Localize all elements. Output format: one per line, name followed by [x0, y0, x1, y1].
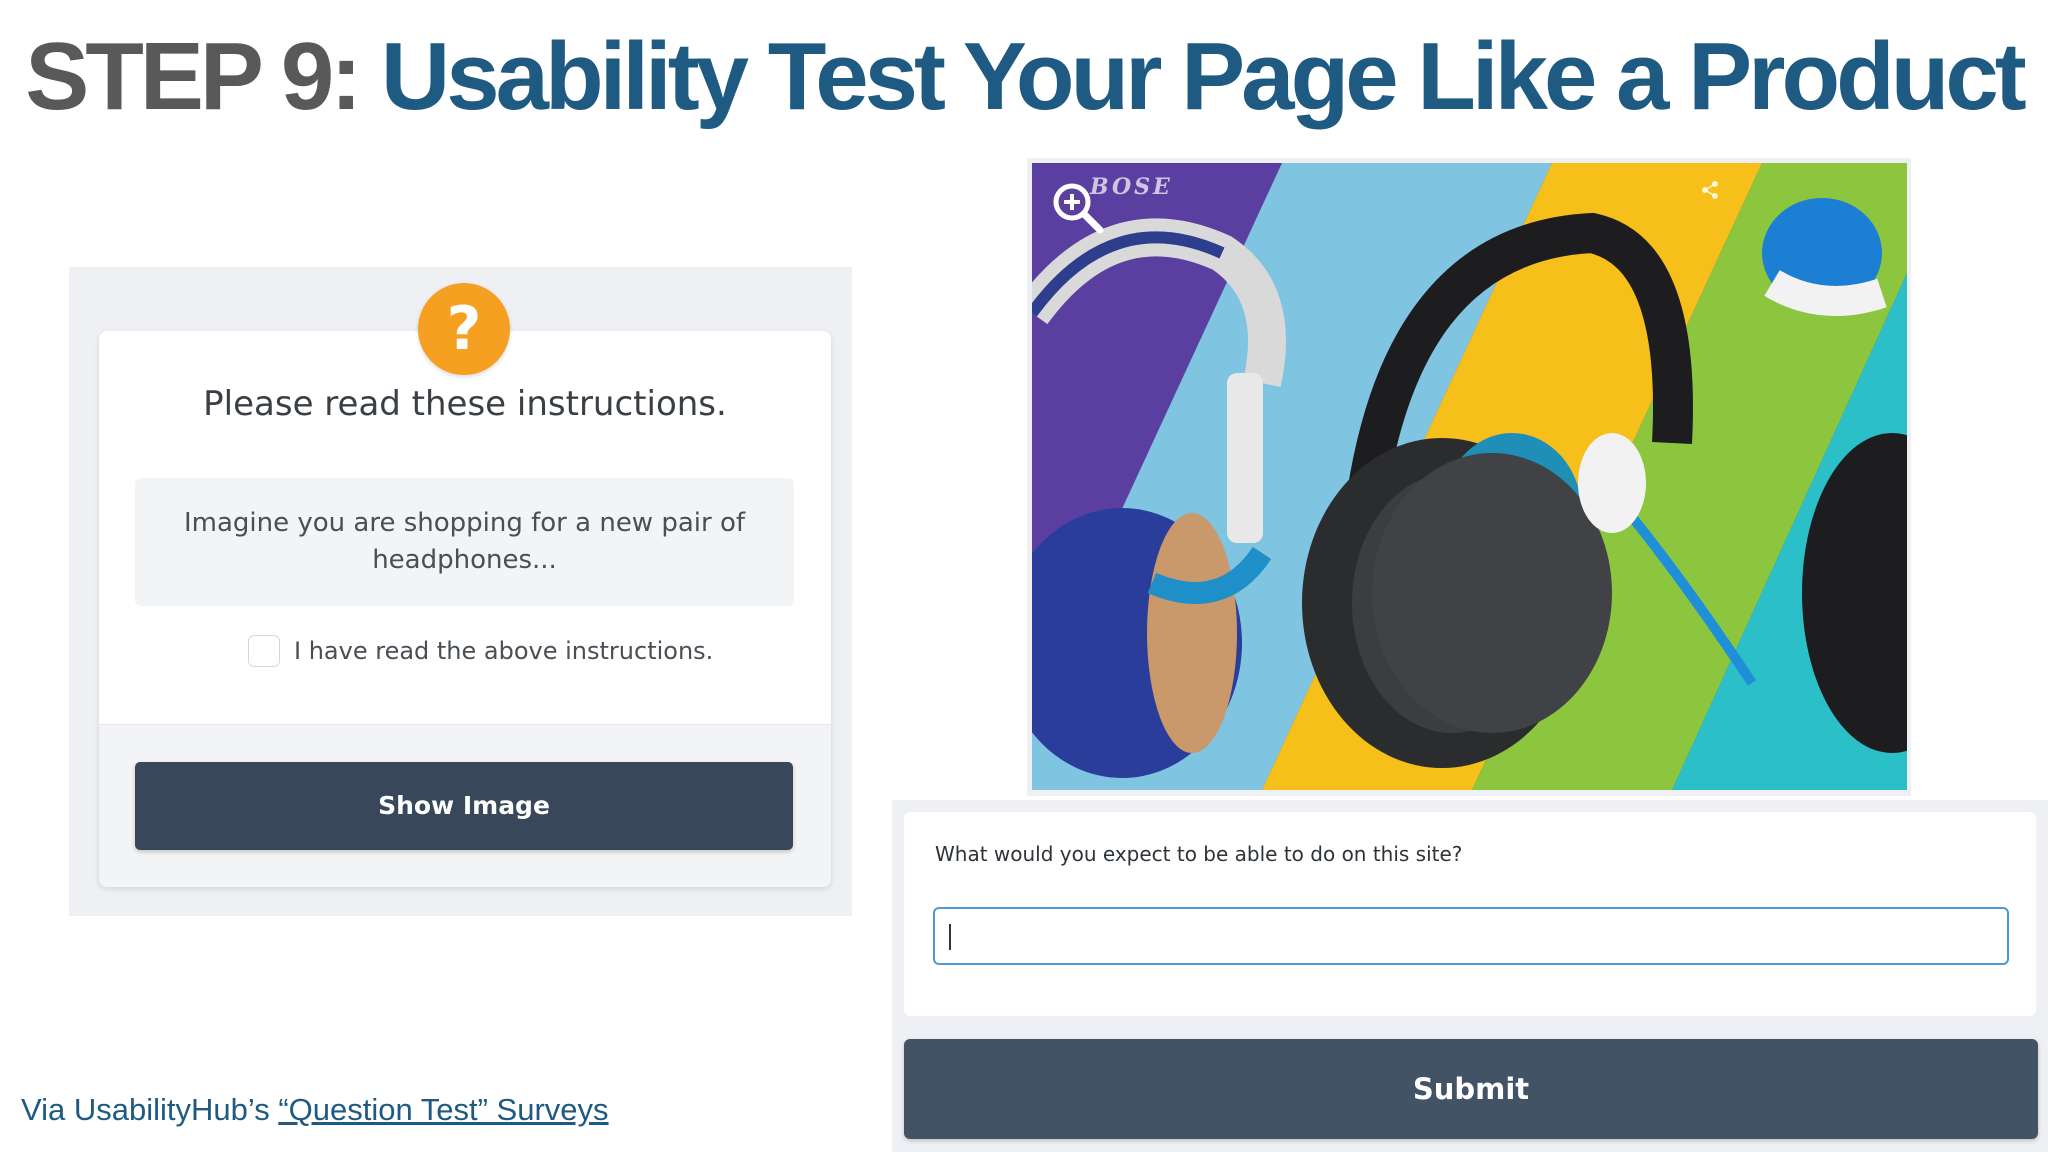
share-icon	[1702, 181, 1718, 199]
question-test-link[interactable]: “Question Test” Surveys	[278, 1092, 608, 1127]
brand-logo: BOSE	[1090, 174, 1173, 200]
confirm-checkbox-label[interactable]: I have read the above instructions.	[294, 637, 713, 665]
preview-image-nav	[1700, 180, 1720, 200]
preview-image	[1032, 163, 1907, 790]
answer-input[interactable]	[933, 907, 2009, 965]
instruction-text: Imagine you are shopping for a new pair …	[183, 508, 746, 575]
text-cursor	[949, 924, 951, 950]
question-text: What would you expect to be able to do o…	[935, 842, 1463, 866]
instruction-text-box: Imagine you are shopping for a new pair …	[135, 478, 794, 606]
slide-title: STEP 9: Usability Test Your Page Like a …	[0, 22, 2048, 132]
show-image-button[interactable]: Show Image	[135, 762, 793, 850]
confirm-row[interactable]: I have read the above instructions.	[248, 633, 713, 669]
title-main-text: Usability Test Your Page Like a Product	[380, 23, 2027, 130]
confirm-checkbox[interactable]	[248, 635, 280, 667]
instructions-heading: Please read these instructions.	[203, 384, 727, 424]
question-mark-icon: ?	[418, 283, 510, 375]
submit-button[interactable]: Submit	[904, 1039, 2038, 1139]
source-prefix: Via UsabilityHub’s	[21, 1092, 279, 1127]
title-step-label: STEP 9:	[25, 23, 362, 130]
source-note: Via UsabilityHub’s “Question Test” Surve…	[21, 1092, 609, 1128]
headphones-ad-illustration	[1032, 163, 1907, 790]
